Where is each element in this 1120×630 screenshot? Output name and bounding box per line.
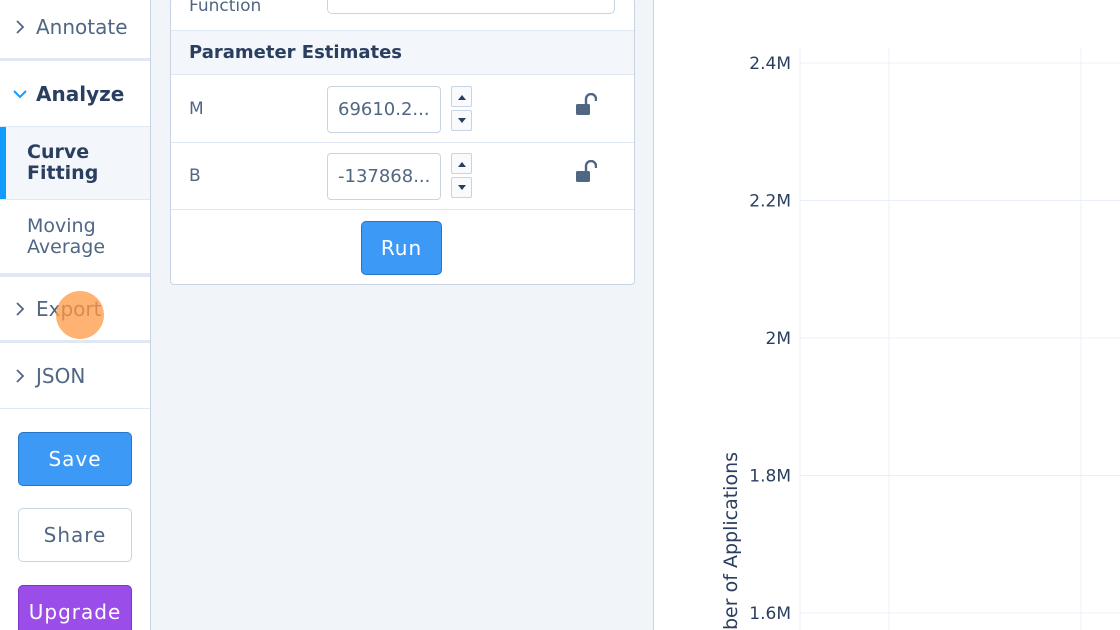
param-m-stepper	[451, 86, 472, 131]
chevron-right-icon	[16, 369, 25, 383]
chevron-right-icon	[16, 302, 25, 316]
nav-annotate-label: Annotate	[36, 15, 128, 39]
upgrade-button[interactable]: Upgrade	[18, 585, 132, 630]
nav-annotate[interactable]: Annotate	[0, 8, 150, 46]
param-name: B	[189, 166, 201, 186]
param-b-stepper	[451, 153, 472, 198]
y-axis-ticks: 2.4M 2.2M 2M 1.8M 1.6M	[749, 54, 791, 624]
nav-divider	[0, 58, 150, 61]
sidebar-item-label: Curve	[27, 141, 90, 163]
vertical-gridlines	[799, 48, 1082, 630]
chevron-down-icon	[13, 90, 27, 99]
nav-divider	[0, 340, 150, 343]
save-button[interactable]: Save	[18, 432, 132, 486]
caret-up-icon	[457, 94, 466, 100]
chart-area: 2.4M 2.2M 2M 1.8M 1.6M ber of Applications	[655, 0, 1120, 630]
y-tick-label: 1.6M	[749, 604, 791, 624]
y-tick-label: 1.8M	[749, 467, 791, 487]
y-tick-label: 2.2M	[749, 192, 791, 212]
caret-up-icon	[457, 161, 466, 167]
chevron-right-icon	[16, 20, 25, 34]
param-row-b: B -137868...	[171, 143, 634, 210]
nav-divider	[0, 408, 150, 409]
sidebar-item-label: Moving	[27, 215, 96, 237]
share-button[interactable]: Share	[18, 508, 132, 562]
y-tick-label: 2M	[766, 329, 791, 349]
increment-button[interactable]	[451, 153, 472, 174]
nav-analyze[interactable]: Analyze	[0, 75, 150, 113]
nav-divider	[0, 274, 150, 277]
sidebar-item-label: Fitting	[27, 162, 99, 184]
section-title: Parameter Estimates	[171, 30, 634, 75]
chart-svg: 2.4M 2.2M 2M 1.8M 1.6M ber of Applications	[720, 48, 1120, 630]
sidebar-item-curve-fitting[interactable]: Curve Fitting	[0, 127, 150, 200]
param-m-input[interactable]: 69610.2...	[327, 86, 441, 133]
param-row-m: M 69610.2...	[171, 76, 634, 143]
nav-json[interactable]: JSON	[0, 357, 150, 395]
decrement-button[interactable]	[451, 110, 472, 131]
y-axis-title: ber of Applications	[720, 452, 742, 630]
parameter-card: Function Parameter Estimates M 69610.2..…	[170, 0, 635, 285]
increment-button[interactable]	[451, 86, 472, 107]
param-name: M	[189, 99, 204, 119]
function-select[interactable]	[327, 0, 615, 14]
sidebar-item-moving-average[interactable]: Moving Average	[0, 201, 150, 274]
y-tick-label: 2.4M	[749, 54, 791, 74]
nav-analyze-label: Analyze	[36, 82, 125, 106]
horizontal-gridlines	[800, 62, 1120, 614]
function-label: Function	[189, 0, 262, 16]
param-b-input[interactable]: -137868...	[327, 153, 441, 200]
sidebar-item-label: Average	[27, 236, 106, 258]
run-button[interactable]: Run	[361, 221, 442, 275]
decrement-button[interactable]	[451, 177, 472, 198]
unlock-icon[interactable]	[575, 160, 597, 184]
unlock-icon[interactable]	[575, 93, 597, 117]
cursor-indicator	[56, 291, 104, 339]
curve-fitting-panel: Function Parameter Estimates M 69610.2..…	[151, 0, 654, 630]
caret-down-icon	[457, 184, 466, 190]
caret-down-icon	[457, 117, 466, 123]
nav-json-label: JSON	[36, 364, 86, 388]
